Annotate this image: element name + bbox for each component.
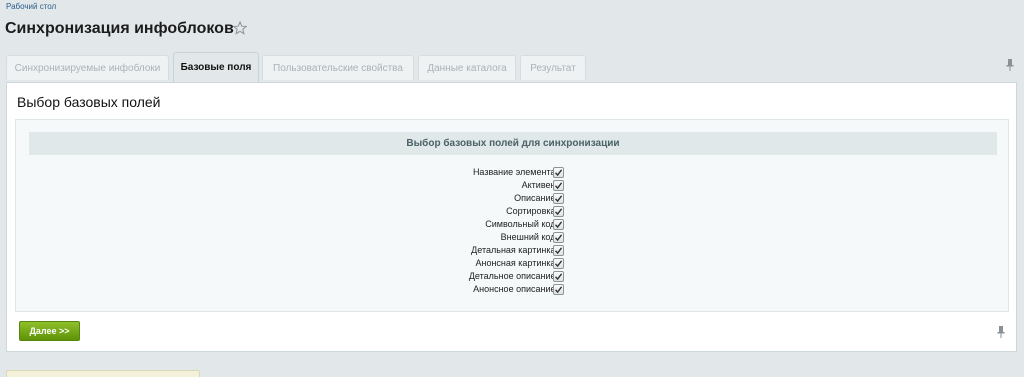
tab-result[interactable]: Результат bbox=[520, 55, 586, 80]
checkmark-icon bbox=[554, 273, 563, 281]
field-row-active: Активен: bbox=[16, 179, 1008, 192]
panel-title: Выбор базовых полей bbox=[17, 94, 161, 110]
field-row-preview-text: Анонсное описание: bbox=[16, 283, 1008, 296]
field-row-description: Описание: bbox=[16, 192, 1008, 205]
next-button[interactable]: Далее >> bbox=[19, 321, 80, 341]
page-title: Синхронизация инфоблоков bbox=[5, 20, 234, 37]
field-checkbox[interactable] bbox=[553, 271, 564, 282]
field-label: Название элемента: bbox=[472, 167, 558, 177]
checkmark-icon bbox=[554, 234, 563, 242]
section-header: Выбор базовых полей для синхронизации bbox=[29, 132, 997, 155]
tab-bar: Синхронизируемые инфоблоки Базовые поля … bbox=[6, 52, 1016, 82]
field-label: Детальное описание: bbox=[468, 271, 558, 281]
pin-icon[interactable] bbox=[1005, 59, 1015, 71]
pin-icon[interactable] bbox=[996, 326, 1006, 338]
field-checkbox[interactable] bbox=[553, 232, 564, 243]
checkmark-icon bbox=[554, 182, 563, 190]
field-checkbox[interactable] bbox=[553, 219, 564, 230]
field-row-sort: Сортировка: bbox=[16, 205, 1008, 218]
field-checkbox[interactable] bbox=[553, 206, 564, 217]
field-list: Название элемента: Активен: Описание: Со… bbox=[16, 166, 1008, 296]
field-checkbox[interactable] bbox=[553, 193, 564, 204]
field-checkbox[interactable] bbox=[553, 245, 564, 256]
checkmark-icon bbox=[554, 221, 563, 229]
field-row-detail-picture: Детальная картинка: bbox=[16, 244, 1008, 257]
field-label: Символьный код: bbox=[485, 219, 558, 229]
breadcrumb-link[interactable]: Рабочий стол bbox=[6, 2, 56, 11]
bottom-notice-bar bbox=[6, 370, 200, 377]
field-checkbox[interactable] bbox=[553, 167, 564, 178]
field-row-detail-text: Детальное описание: bbox=[16, 270, 1008, 283]
main-panel: Выбор базовых полей Выбор базовых полей … bbox=[6, 82, 1017, 352]
checkmark-icon bbox=[554, 208, 563, 216]
field-checkbox[interactable] bbox=[553, 284, 564, 295]
field-label: Анонсное описание: bbox=[473, 284, 558, 294]
checkmark-icon bbox=[554, 195, 563, 203]
field-label: Внешний код: bbox=[500, 232, 558, 242]
checkmark-icon bbox=[554, 247, 563, 255]
checkmark-icon bbox=[554, 169, 563, 177]
checkmark-icon bbox=[554, 260, 563, 268]
field-row-code: Символьный код: bbox=[16, 218, 1008, 231]
field-row-name: Название элемента: bbox=[16, 166, 1008, 179]
fields-section: Выбор базовых полей для синхронизации На… bbox=[15, 119, 1009, 312]
field-row-preview-picture: Анонсная картинка: bbox=[16, 257, 1008, 270]
field-label: Описание: bbox=[514, 193, 558, 203]
field-row-external-code: Внешний код: bbox=[16, 231, 1008, 244]
tab-catalog-data[interactable]: Данные каталога bbox=[418, 55, 516, 80]
field-label: Сортировка: bbox=[506, 206, 558, 216]
tab-base-fields[interactable]: Базовые поля bbox=[173, 52, 259, 82]
field-checkbox[interactable] bbox=[553, 258, 564, 269]
field-checkbox[interactable] bbox=[553, 180, 564, 191]
tab-synced-iblocks[interactable]: Синхронизируемые инфоблоки bbox=[6, 55, 169, 80]
star-icon[interactable] bbox=[233, 21, 247, 35]
field-label: Детальная картинка: bbox=[471, 245, 558, 255]
tab-user-properties[interactable]: Пользовательские свойства bbox=[262, 55, 414, 80]
field-label: Анонсная картинка: bbox=[475, 258, 558, 268]
checkmark-icon bbox=[554, 286, 563, 294]
